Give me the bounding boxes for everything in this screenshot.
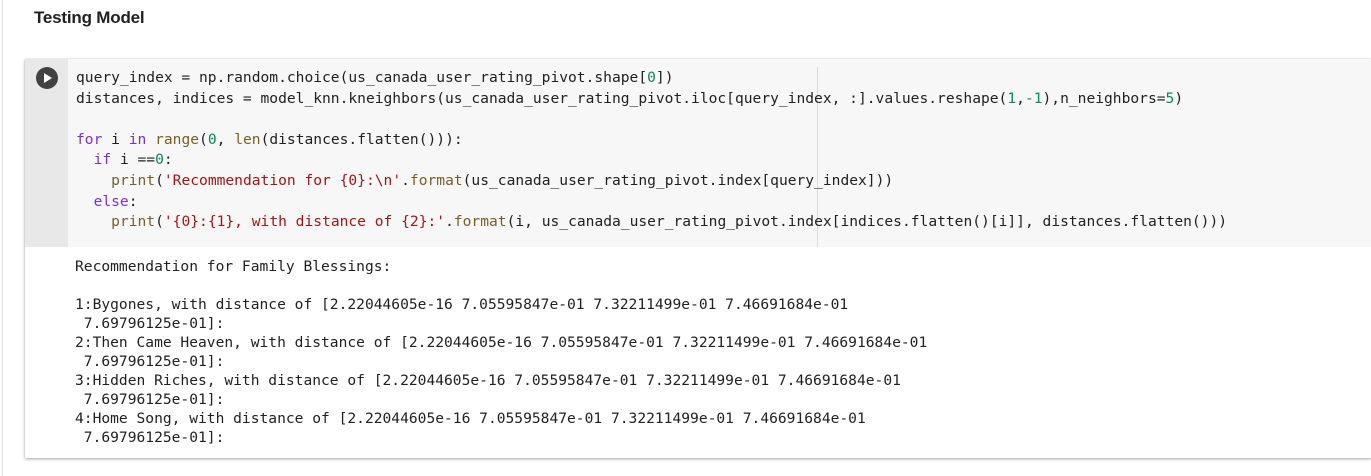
code-token: i ==: [111, 151, 156, 169]
play-icon: [44, 73, 52, 83]
code-token: (us_canada_user_rating_pivot.index[query…: [462, 171, 894, 189]
code-line[interactable]: [76, 109, 1227, 130]
code-token: print: [111, 171, 156, 189]
code-token: :: [163, 151, 173, 169]
code-token: ): [1174, 89, 1184, 107]
code-token: -1: [1024, 89, 1043, 107]
cell-gutter: [25, 59, 68, 247]
code-token: 0: [155, 151, 164, 169]
code-token: 'Recommendation for {0}:\n': [163, 171, 402, 189]
code-token: :: [128, 192, 138, 210]
code-editor[interactable]: query_index = np.random.choice(us_canada…: [25, 59, 1371, 247]
code-line[interactable]: distances, indices = model_knn.kneighbor…: [76, 89, 1227, 110]
code-token: i: [102, 130, 129, 148]
notebook-left-rule: [2, 0, 3, 476]
code-token: ,: [216, 130, 235, 148]
run-cell-button[interactable]: [36, 67, 58, 89]
output-line: 7.69796125e-01]:: [75, 315, 225, 332]
code-token: format: [453, 213, 507, 231]
code-token: 0: [647, 69, 656, 86]
code-token: else: [93, 192, 129, 210]
code-cell[interactable]: query_index = np.random.choice(us_canada…: [25, 59, 1371, 458]
code-line[interactable]: for i in range(0, len(distances.flatten(…: [76, 130, 1227, 151]
code-token: (: [155, 171, 164, 189]
code-token: '{0}:{1}, with distance of {2}:': [163, 213, 446, 231]
code-token: (: [199, 130, 208, 148]
code-token: 0: [207, 130, 217, 148]
code-line[interactable]: else:: [76, 192, 1227, 213]
code-token: range: [155, 130, 200, 148]
code-line[interactable]: if i ==0:: [76, 150, 1227, 171]
code-token: ,: [1016, 89, 1025, 107]
code-token: query_index = np.random.choice(us_canada…: [76, 69, 648, 86]
output-line: 7.69796125e-01]:: [75, 391, 225, 408]
code-token: print: [111, 213, 156, 231]
code-token: format: [409, 171, 463, 189]
output-line: 7.69796125e-01]:: [75, 353, 225, 370]
code-token: distances, indices = model_knn.kneighbor…: [76, 89, 1008, 107]
code-token: (: [155, 213, 164, 231]
output-line: 2:Then Came Heaven, with distance of [2.…: [75, 334, 928, 351]
code-line[interactable]: query_index = np.random.choice(us_canada…: [76, 68, 1227, 89]
code-token: len: [234, 130, 261, 148]
section-heading: Testing Model: [34, 8, 145, 27]
code-token: 1: [1007, 89, 1017, 107]
code-token: .: [401, 171, 410, 189]
code-token: ),n_neighbors=: [1042, 89, 1166, 107]
code-token: (i, us_canada_user_rating_pivot.index[in…: [506, 213, 1228, 231]
output-line: 7.69796125e-01]:: [75, 429, 225, 446]
output-line: 1:Bygones, with distance of [2.22044605e…: [75, 296, 849, 313]
code-token: if: [93, 151, 112, 169]
code-token: ]): [655, 69, 674, 86]
code-text[interactable]: query_index = np.random.choice(us_canada…: [76, 68, 1227, 233]
code-token: (distances.flatten())):: [260, 130, 463, 148]
output-line: 3:Hidden Riches, with distance of [2.220…: [75, 372, 901, 389]
code-token: in: [128, 130, 147, 148]
code-line[interactable]: print('{0}:{1}, with distance of {2}:'.f…: [76, 212, 1227, 233]
cell-output: Recommendation for Family Blessings: 1:By…: [75, 257, 927, 447]
code-line[interactable]: print('Recommendation for {0}:\n'.format…: [76, 171, 1227, 192]
code-token: 5: [1165, 89, 1175, 107]
output-line: Recommendation for Family Blessings:: [75, 258, 392, 275]
code-token: .: [445, 213, 454, 231]
output-line: 4:Home Song, with distance of [2.2204460…: [75, 410, 866, 427]
code-token: for: [76, 130, 103, 148]
